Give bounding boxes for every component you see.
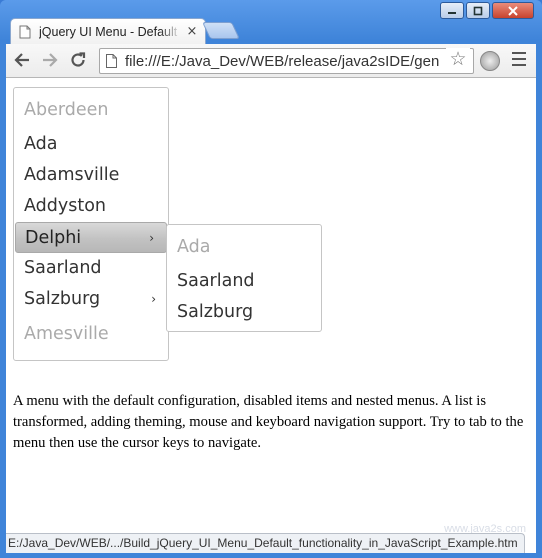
tab-active[interactable]: jQuery UI Menu - Default functionality × (10, 18, 206, 44)
minimize-icon[interactable] (440, 2, 464, 19)
page-icon (106, 54, 117, 68)
browser-toolbar: file:///E:/Java_Dev/WEB/release/java2sID… (6, 44, 536, 78)
menu-item-salzburg[interactable]: Salzburg › (14, 284, 168, 315)
menu-item-delphi[interactable]: Delphi › (15, 222, 167, 253)
address-url: file:///E:/Java_Dev/WEB/release/java2sID… (125, 52, 440, 70)
menu: Aberdeen Ada Adamsville Addyston Delphi ›… (13, 87, 169, 361)
submenu-caret-icon: › (149, 231, 154, 245)
submenu-delphi: Ada Saarland Salzburg (166, 224, 322, 332)
menu-item-amesville: Amesville (24, 324, 109, 344)
browser-window: jQuery UI Menu - Default functionality × (0, 0, 542, 558)
address-bar[interactable]: file:///E:/Java_Dev/WEB/release/java2sID… (99, 48, 474, 74)
submenu-item-salzburg[interactable]: Salzburg (167, 297, 321, 328)
forward-icon[interactable] (40, 51, 60, 71)
maximize-icon[interactable] (466, 2, 490, 19)
menu-item-adamsville[interactable]: Adamsville (14, 160, 168, 191)
tab-title: jQuery UI Menu - Default functionality (39, 24, 181, 39)
submenu-item-saarland[interactable]: Saarland (167, 266, 321, 297)
reload-icon[interactable] (68, 51, 88, 71)
status-bar: E:/Java_Dev/WEB/.../Build_jQuery_UI_Menu… (6, 533, 525, 553)
tab-strip: jQuery UI Menu - Default functionality × (0, 0, 542, 44)
tab-close-icon[interactable]: × (185, 24, 199, 39)
menu-item-ada[interactable]: Ada (14, 129, 168, 160)
description-text: A menu with the default configuration, d… (13, 392, 524, 451)
close-window-icon[interactable] (492, 2, 534, 19)
page-content: Aberdeen Ada Adamsville Addyston Delphi ›… (6, 78, 536, 553)
new-tab-button[interactable] (202, 22, 240, 39)
submenu-caret-icon: › (151, 292, 156, 306)
extension-icon[interactable] (480, 51, 500, 71)
back-icon[interactable] (12, 51, 32, 71)
chrome-menu-icon[interactable] (512, 52, 526, 70)
submenu-item-ada: Ada (177, 237, 211, 257)
bookmark-star-icon[interactable]: ☆ (446, 48, 470, 70)
window-controls (440, 2, 534, 19)
menu-item-saarland[interactable]: Saarland (14, 253, 168, 284)
menu-item-addyston[interactable]: Addyston (14, 191, 168, 222)
menu-item-aberdeen: Aberdeen (24, 100, 109, 120)
page-icon (19, 25, 31, 38)
